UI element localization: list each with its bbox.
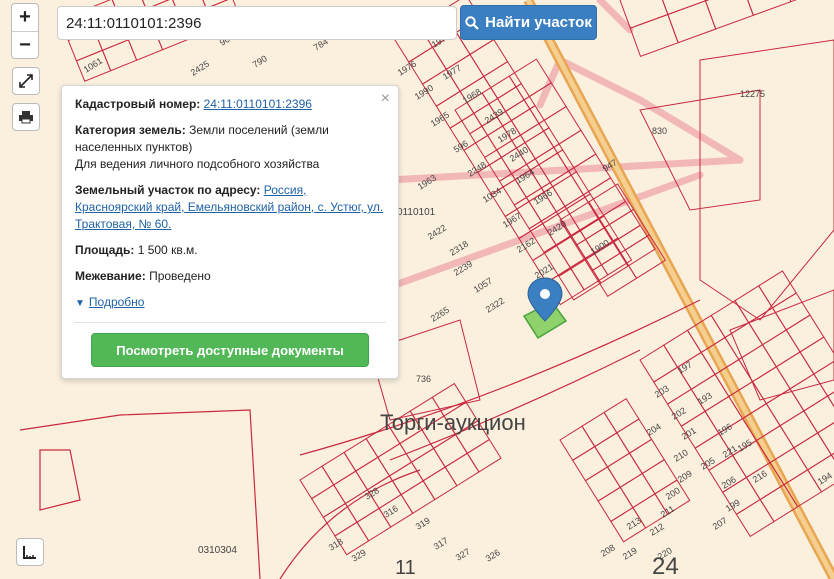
print-button[interactable] <box>12 103 40 131</box>
ruler-icon <box>23 546 36 559</box>
view-documents-button[interactable]: Посмотреть доступные документы <box>91 333 369 367</box>
address-row: Земельный участок по адресу: Россия, Кра… <box>75 182 385 233</box>
close-icon[interactable]: × <box>381 90 390 107</box>
category-label: Категория земель: <box>75 123 186 137</box>
zoom-control: + − <box>11 3 39 59</box>
find-parcel-label: Найти участок <box>485 14 592 31</box>
watermark: Торги-аукцион <box>380 410 526 435</box>
zoom-out-button[interactable]: − <box>12 31 38 59</box>
category-row: Категория земель: Земли поселений (земли… <box>75 122 385 173</box>
survey-value: Проведено <box>149 269 211 283</box>
search-icon <box>465 15 479 30</box>
find-parcel-button[interactable]: Найти участок <box>460 5 597 40</box>
cadastral-label: Кадастровый номер: <box>75 97 201 111</box>
parcel-number-label: 12275 <box>740 89 765 99</box>
parcel-number-label: 0110101 <box>397 207 436 218</box>
area-value: 1 500 кв.м. <box>137 243 198 257</box>
cadastral-search-input[interactable] <box>57 6 457 40</box>
area-row: Площадь: 1 500 кв.м. <box>75 242 385 259</box>
ruler-button[interactable] <box>16 538 44 566</box>
more-details-link[interactable]: Подробно <box>89 295 145 309</box>
expand-icon <box>19 74 33 88</box>
printer-icon <box>19 111 33 124</box>
area-label: Площадь: <box>75 243 135 257</box>
fullscreen-button[interactable] <box>12 67 40 95</box>
cadastral-row: Кадастровый номер: 24:11:0110101:2396 <box>75 96 385 113</box>
survey-label: Межевание: <box>75 269 146 283</box>
block-label-11: 11 <box>395 557 416 579</box>
block-label-24: 24 <box>652 553 679 579</box>
popup-divider <box>74 322 386 323</box>
parcel-number-label: 830 <box>652 126 667 136</box>
survey-row: Межевание: Проведено <box>75 268 385 285</box>
parcel-number-label: 0310304 <box>198 545 237 556</box>
triangle-down-icon: ▼ <box>75 298 85 309</box>
more-row: ▼ Подробно <box>75 294 385 312</box>
parcel-info-popup: × Кадастровый номер: 24:11:0110101:2396 … <box>61 85 399 379</box>
parcel-number-label: 736 <box>416 374 431 384</box>
cadastral-link[interactable]: 24:11:0110101:2396 <box>204 97 312 111</box>
address-label: Земельный участок по адресу: <box>75 183 261 197</box>
zoom-in-button[interactable]: + <box>12 4 38 31</box>
purpose-value: Для ведения личного подсобного хозяйства <box>75 157 320 171</box>
